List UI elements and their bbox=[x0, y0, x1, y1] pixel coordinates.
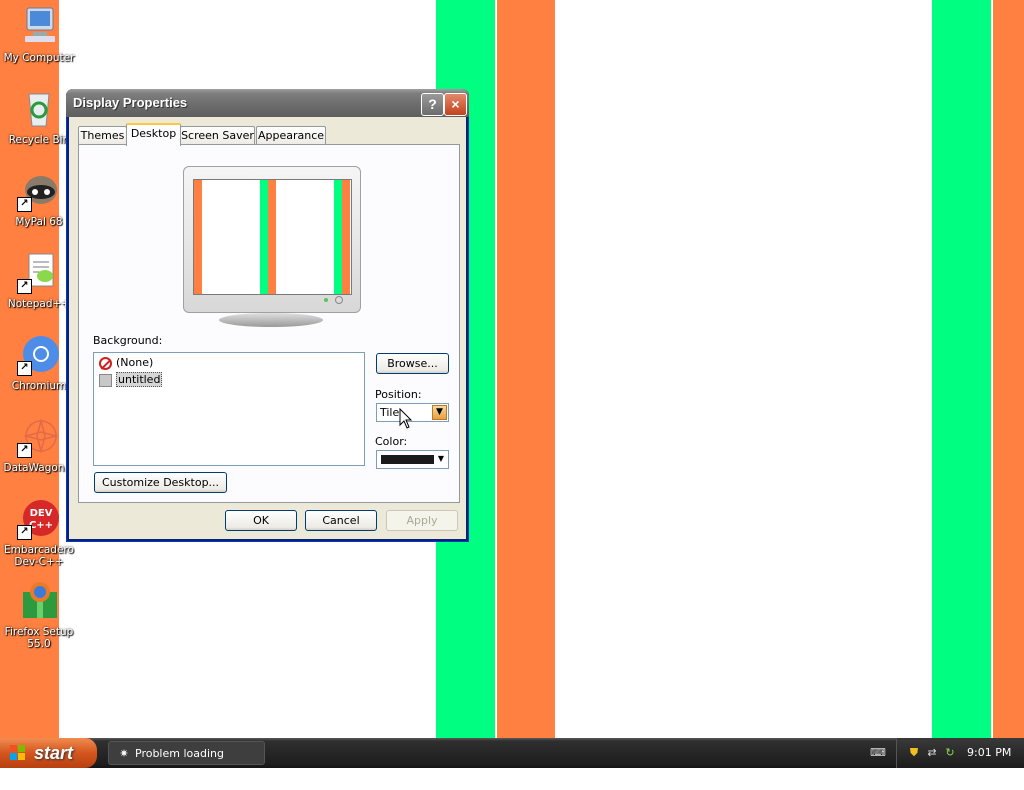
color-picker-button[interactable]: ▼ bbox=[376, 450, 449, 469]
color-label: Color: bbox=[375, 435, 408, 448]
datawagon-icon: ↗ bbox=[17, 414, 61, 458]
window-title: Display Properties bbox=[73, 95, 188, 110]
system-tray: ⛊ ⇄ ↻ 9:01 PM bbox=[896, 738, 1024, 768]
browser-icon: ✷ bbox=[119, 747, 129, 760]
recycle-bin-icon bbox=[17, 86, 61, 130]
background-list[interactable]: (None) untitled bbox=[93, 352, 365, 466]
monitor-led-icon bbox=[324, 298, 328, 302]
keyboard-icon[interactable]: ⌨ bbox=[870, 746, 886, 760]
devcpp-icon: DEV C++ ↗ bbox=[17, 496, 61, 540]
position-label: Position: bbox=[375, 388, 422, 401]
desktop-icon-label: Embarcadero Dev-C++ bbox=[4, 544, 74, 568]
chevron-down-icon: ▼ bbox=[437, 454, 444, 463]
notepad-icon: ↗ bbox=[17, 250, 61, 294]
chromium-icon: ↗ bbox=[17, 332, 61, 376]
title-bar[interactable]: Display Properties ? × bbox=[66, 89, 469, 117]
color-swatch bbox=[381, 455, 434, 464]
shortcut-arrow-icon: ↗ bbox=[17, 525, 32, 540]
tab-desktop[interactable]: Desktop bbox=[126, 123, 181, 146]
monitor-power-icon bbox=[335, 296, 343, 304]
browse-button[interactable]: Browse... bbox=[376, 353, 449, 374]
shield-icon[interactable]: ⛊ bbox=[907, 746, 921, 760]
cancel-button[interactable]: Cancel bbox=[305, 510, 377, 531]
image-icon bbox=[99, 373, 112, 387]
ok-button[interactable]: OK bbox=[225, 510, 297, 531]
dialog-client-area: Themes Desktop Screen Saver Appearance B… bbox=[69, 117, 466, 539]
start-label: start bbox=[34, 743, 74, 763]
apply-button[interactable]: Apply bbox=[386, 510, 458, 531]
wallpaper-preview bbox=[193, 179, 352, 295]
shortcut-arrow-icon: ↗ bbox=[17, 197, 32, 212]
desktop-icon-label: Firefox Setup 55.0 bbox=[4, 626, 74, 650]
taskbar: start ✷ Problem loading page... ⌨ ⛊ ⇄ ↻ 9… bbox=[0, 738, 1024, 784]
start-button[interactable]: start bbox=[0, 738, 97, 768]
monitor-preview bbox=[183, 166, 361, 313]
wallpaper-stripe bbox=[993, 0, 1024, 738]
position-value: Tile bbox=[380, 406, 400, 419]
tab-themes[interactable]: Themes bbox=[78, 126, 127, 144]
background-item-none[interactable]: (None) bbox=[99, 355, 153, 370]
desktop-tab-panel: Background: (None) untitled Browse... Po… bbox=[78, 144, 460, 503]
sync-icon[interactable]: ↻ bbox=[943, 746, 957, 760]
tab-screen-saver[interactable]: Screen Saver bbox=[180, 126, 255, 144]
display-properties-window: Display Properties ? × Themes Desktop Sc… bbox=[66, 89, 469, 542]
clock[interactable]: 9:01 PM bbox=[967, 738, 1011, 768]
raccoon-icon: ↗ bbox=[17, 168, 61, 212]
taskbar-item-browser[interactable]: ✷ Problem loading page... bbox=[108, 741, 265, 784]
background-item-untitled[interactable]: untitled bbox=[99, 372, 163, 387]
shortcut-arrow-icon: ↗ bbox=[17, 361, 32, 376]
wallpaper-stripe bbox=[932, 0, 991, 738]
desktop-icon-label: My Computer bbox=[3, 52, 75, 64]
background-label: Background: bbox=[93, 334, 163, 347]
firefox-setup-icon bbox=[17, 578, 61, 622]
svg-text:DEV: DEV bbox=[30, 508, 53, 519]
windows-logo-icon bbox=[10, 745, 26, 761]
shortcut-arrow-icon: ↗ bbox=[17, 443, 32, 458]
wallpaper-stripe bbox=[497, 0, 555, 738]
network-icon[interactable]: ⇄ bbox=[925, 746, 939, 760]
computer-icon bbox=[17, 4, 61, 48]
none-icon bbox=[99, 356, 112, 370]
monitor-stand bbox=[219, 313, 323, 327]
help-button[interactable]: ? bbox=[421, 93, 444, 116]
desktop-icon-my-computer[interactable]: My Computer bbox=[0, 4, 78, 64]
customize-desktop-button[interactable]: Customize Desktop... bbox=[94, 472, 227, 493]
close-button[interactable]: × bbox=[444, 93, 467, 116]
chevron-down-icon[interactable]: ▼ bbox=[432, 405, 447, 420]
desktop-icon-firefox-setup[interactable]: Firefox Setup 55.0 bbox=[0, 578, 78, 650]
mouse-cursor-icon bbox=[399, 408, 413, 429]
svg-text:C++: C++ bbox=[29, 520, 53, 531]
tab-appearance[interactable]: Appearance bbox=[256, 126, 326, 144]
shortcut-arrow-icon: ↗ bbox=[17, 279, 32, 294]
